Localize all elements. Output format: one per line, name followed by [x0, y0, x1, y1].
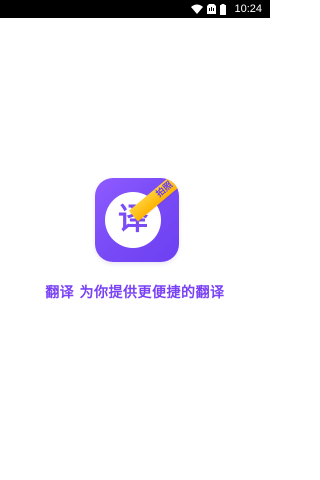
tagline: 翻译 为你提供更便捷的翻译	[45, 285, 225, 301]
battery-icon	[220, 3, 227, 15]
status-icons: 10:24	[191, 0, 262, 18]
sim-icon	[207, 4, 217, 14]
app-icon: 译 拍照	[95, 178, 179, 262]
status-time: 10:24	[234, 3, 262, 15]
status-bar: 10:24	[0, 0, 270, 18]
app-icon-tile: 译 拍照	[95, 178, 179, 262]
wifi-icon	[191, 4, 204, 14]
photo-badge-text: 拍照	[154, 180, 176, 200]
